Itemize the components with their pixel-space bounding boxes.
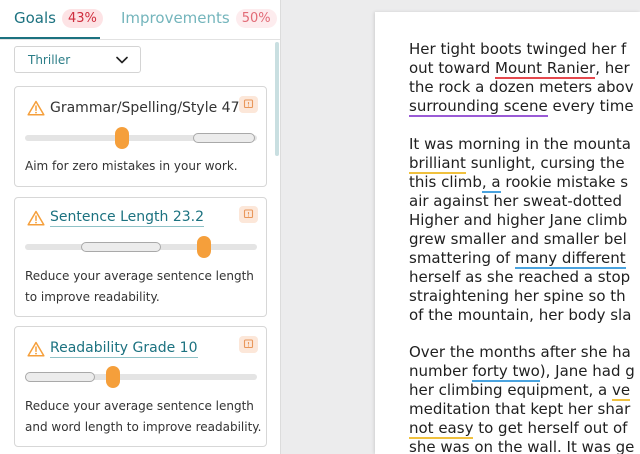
- suggestion-highlight[interactable]: not easy: [409, 419, 474, 439]
- document-text: the rock a dozen meters abov: [409, 78, 634, 96]
- document-text: to get herself out of: [473, 419, 628, 437]
- document-text: Higher and higher Jane climb: [409, 211, 628, 229]
- improvements-score-badge: 50%: [235, 8, 277, 28]
- flag-icon[interactable]: [239, 96, 258, 113]
- document-line: Higher and higher Jane climb: [409, 211, 640, 230]
- goal-description: Reduce your average sentence length and …: [25, 399, 262, 434]
- goal-title: Grammar/Spelling/Style 47%: [50, 100, 253, 116]
- goal-card-readability: Readability Grade 10 Reduce your average…: [14, 326, 267, 447]
- tab-improvements[interactable]: Improvements 50%: [121, 5, 277, 31]
- document-line: It was morning in the mounta: [409, 135, 640, 154]
- document-line: surrounding scene every time: [409, 97, 640, 117]
- goal-slider-track: [25, 366, 257, 388]
- flag-icon[interactable]: [239, 336, 258, 353]
- document-text: this climb: [409, 173, 482, 191]
- document-paragraph: Her tight boots twinged her f out toward …: [409, 40, 640, 117]
- goals-score-badge: 43%: [61, 8, 103, 28]
- target-range-segment: [193, 133, 255, 143]
- document-text: straightening her spine so th: [409, 287, 626, 305]
- goal-card-sentence-length: Sentence Length 23.2 Reduce your average…: [14, 197, 267, 317]
- genre-select[interactable]: Thriller: [14, 46, 141, 73]
- goal-slider-track: [25, 236, 257, 258]
- sidebar-tabs: Goals 43% Improvements 50%: [0, 0, 280, 40]
- document-line: Over the months after she ha: [409, 343, 640, 362]
- genre-select-value: Thriller: [28, 52, 71, 67]
- flag-icon[interactable]: [239, 206, 258, 223]
- document-line: grew smaller and smaller bel: [409, 230, 640, 249]
- document-line: the rock a dozen meters abov: [409, 78, 640, 97]
- suggestion-highlight[interactable]: forty two: [472, 362, 540, 382]
- document-page[interactable]: Her tight boots twinged her f out toward …: [375, 12, 640, 454]
- document-text: , her: [595, 59, 630, 77]
- goal-slider-track: [25, 127, 257, 149]
- document-line: brilliant sunlight, cursing the: [409, 154, 640, 174]
- document-text: rookie mistake s: [500, 173, 629, 191]
- document-paragraph: Over the months after she ha number forty…: [409, 343, 640, 454]
- document-line: herself as she reached a stop: [409, 268, 640, 287]
- goal-card-grammar: Grammar/Spelling/Style 47% Aim for zero …: [14, 86, 267, 187]
- target-range-segment: [81, 242, 161, 252]
- document-text: Her tight boots twinged her f: [409, 40, 627, 58]
- tabs-divider: [0, 39, 280, 40]
- chevron-down-icon: [116, 56, 128, 64]
- tab-goals-label: Goals: [14, 9, 56, 27]
- document-line: this climb, a rookie mistake s: [409, 173, 640, 193]
- suggestion-highlight[interactable]: surrounding scene: [409, 97, 548, 117]
- warning-icon: [27, 100, 45, 116]
- document-text: grew smaller and smaller bel: [409, 230, 627, 248]
- suggestion-highlight[interactable]: many different: [514, 249, 626, 269]
- document-text: her climbing equipment, a: [409, 381, 613, 399]
- document-text: It was morning in the mounta: [409, 135, 631, 153]
- suggestion-highlight[interactable]: , a: [481, 173, 501, 193]
- document-text: number: [409, 362, 473, 380]
- document-text: smattering of: [409, 249, 515, 267]
- goal-title-link[interactable]: Sentence Length 23.2: [50, 209, 205, 227]
- document-text: herself as she reached a stop: [409, 268, 631, 286]
- document-text: air against her sweat-dotted: [409, 192, 623, 210]
- document-line: of the mountain, her body sla: [409, 306, 640, 325]
- document-text: out toward: [409, 59, 496, 77]
- tab-goals[interactable]: Goals 43%: [14, 5, 103, 31]
- warning-icon: [27, 341, 45, 357]
- document-line: meditation that kept her shar: [409, 400, 640, 419]
- sidebar-scrollbar[interactable]: [275, 42, 279, 156]
- document-text: Over the months after she ha: [409, 343, 631, 361]
- document-text: ), Jane had g: [539, 362, 635, 380]
- document-text: of the mountain, her body sla: [409, 306, 632, 324]
- target-range-segment: [25, 372, 95, 382]
- suggestion-highlight[interactable]: brilliant: [409, 154, 466, 174]
- document-line: air against her sweat-dotted: [409, 192, 640, 211]
- goal-slider-thumb[interactable]: [115, 127, 129, 149]
- warning-icon: [27, 210, 45, 226]
- document-line: out toward Mount Ranier, her: [409, 59, 640, 79]
- document-line: number forty two), Jane had g: [409, 362, 640, 382]
- suggestion-highlight[interactable]: ve: [612, 381, 631, 401]
- goal-title-link[interactable]: Readability Grade 10: [50, 340, 198, 358]
- document-text: every time: [547, 97, 634, 115]
- goals-sidebar: Goals 43% Improvements 50% Thriller Gram…: [0, 0, 281, 454]
- suggestion-highlight[interactable]: Mount Ranier: [495, 59, 596, 79]
- goal-description: Aim for zero mistakes in your work.: [25, 159, 238, 173]
- tab-improvements-label: Improvements: [121, 9, 230, 27]
- goal-description: Reduce your average sentence length to i…: [25, 269, 254, 304]
- goal-slider-thumb[interactable]: [197, 236, 211, 258]
- document-line: smattering of many different: [409, 249, 640, 269]
- document-text: meditation that kept her shar: [409, 400, 631, 418]
- document-line: Her tight boots twinged her f: [409, 40, 640, 59]
- document-paragraph: It was morning in the mounta brilliant su…: [409, 135, 640, 325]
- document-line: she was on the wall. It was ge: [409, 438, 640, 454]
- document-line: not easy to get herself out of: [409, 419, 640, 439]
- document-line: straightening her spine so th: [409, 287, 640, 306]
- goal-slider-thumb[interactable]: [106, 366, 120, 388]
- document-text: she was on the wall. It was ge: [409, 438, 635, 454]
- document-line: her climbing equipment, a ve: [409, 381, 640, 401]
- document-text: sunlight, cursing the: [465, 154, 625, 172]
